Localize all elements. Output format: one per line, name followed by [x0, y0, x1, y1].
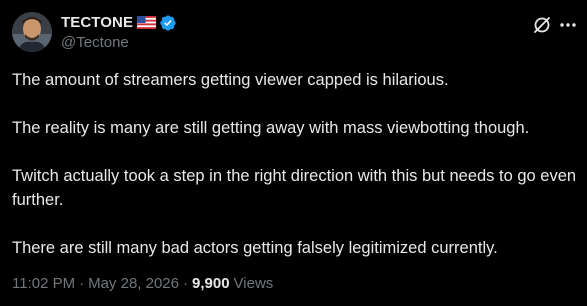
separator: ·: [183, 275, 188, 292]
tweet-date[interactable]: May 28, 2026: [88, 275, 179, 292]
grok-icon[interactable]: [530, 13, 554, 37]
display-name[interactable]: TECTONE: [61, 14, 133, 31]
views-label: Views: [233, 275, 274, 292]
more-options-icon[interactable]: [556, 13, 580, 37]
tweet-paragraph: The amount of streamers getting viewer c…: [12, 71, 449, 89]
avatar-image: [12, 12, 52, 52]
tweet-paragraph: There are still many bad actors getting …: [12, 239, 498, 257]
tweet-paragraph: The reality is many are still getting aw…: [12, 119, 530, 137]
avatar[interactable]: [12, 12, 52, 52]
tweet-paragraph: Twitch actually took a step in the right…: [12, 167, 577, 209]
name-row: TECTONE: [61, 13, 177, 32]
views-count: 9,900: [192, 275, 230, 292]
separator: ·: [79, 275, 85, 292]
tweet-card: TECTONE @Tectone The amount of streamers…: [0, 0, 587, 306]
verified-badge-icon[interactable]: [159, 14, 177, 32]
tweet-time[interactable]: 11:02 PM: [12, 275, 75, 292]
tweet-metadata: 11:02 PM · May 28, 2026 · 9,900 Views: [12, 275, 273, 292]
author-info: TECTONE @Tectone: [61, 13, 177, 51]
user-handle[interactable]: @Tectone: [61, 34, 177, 51]
tweet-text: The amount of streamers getting viewer c…: [12, 68, 580, 260]
us-flag-icon: [137, 16, 157, 29]
